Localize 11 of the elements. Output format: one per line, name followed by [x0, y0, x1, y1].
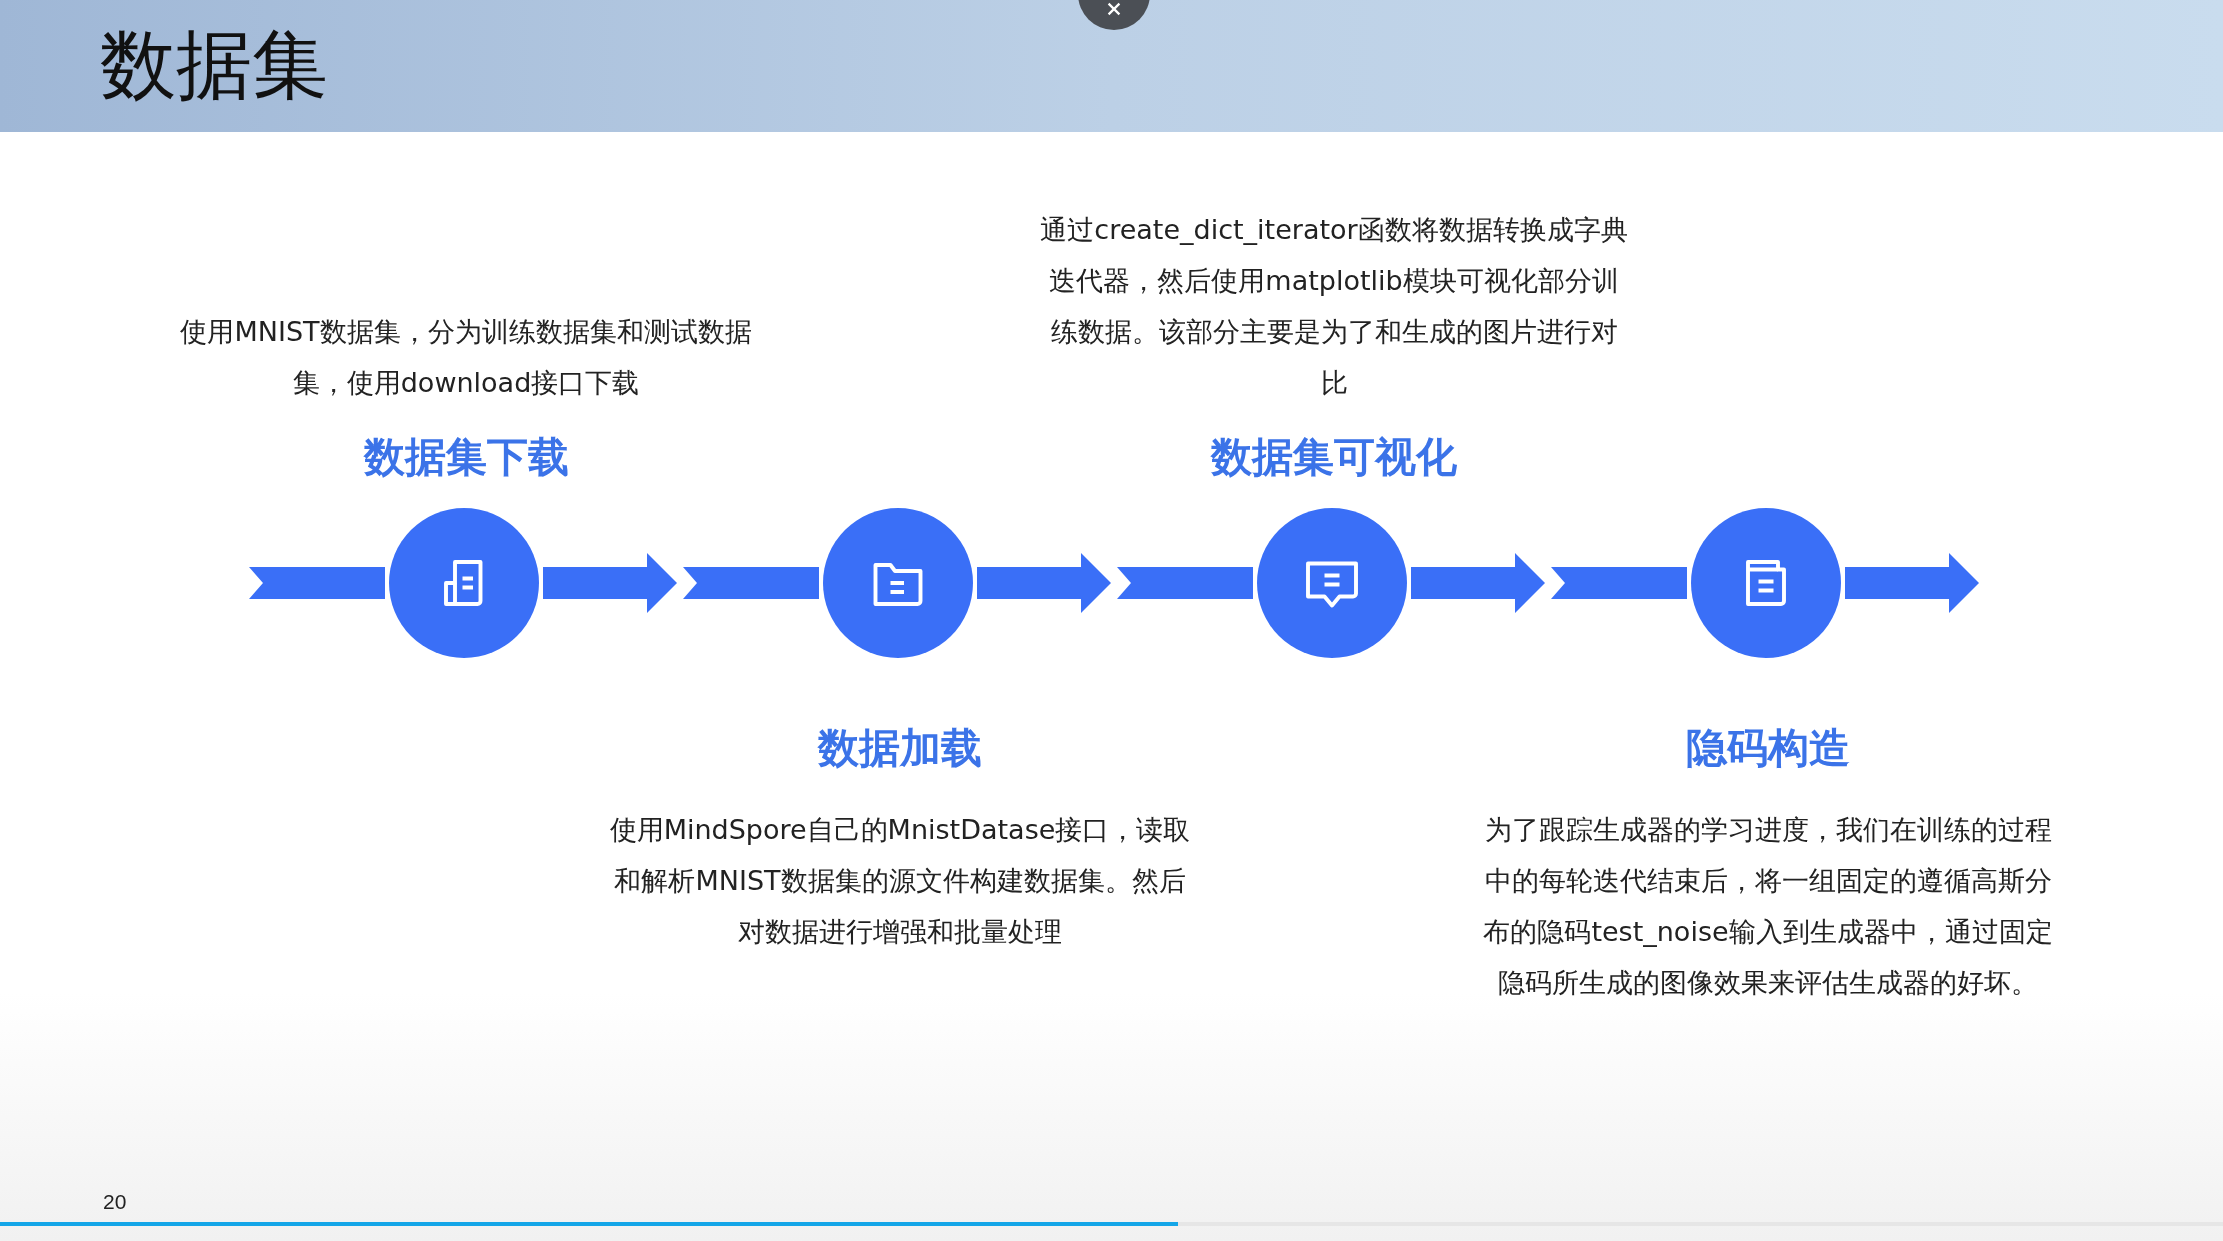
step-title: 隐码构造: [1686, 723, 1850, 774]
step-title: 数据集下载: [363, 432, 569, 483]
step-description: 使用MindSpore自己的MnistDatase接口，读取和解析MNIST数据集的源文件构建数据集。然后对数据进行增强和批量处理: [608, 813, 1192, 949]
step-title: 数据加载: [818, 723, 982, 774]
close-icon: [1105, 0, 1123, 18]
step-title: 数据集可视化: [1211, 432, 1457, 483]
page-number: 20: [103, 1190, 127, 1214]
step-description: 使用MNIST数据集，分为训练数据集和测试数据集，使用download接口下载: [179, 315, 753, 400]
slide-title: 数据集: [100, 18, 328, 111]
step-description: 为了跟踪生成器的学习进度，我们在训练的过程中的每轮迭代结束后，将一组固定的遵循高斯分布的隐码test_noise输入到生成器中，通过固定隐码所生成的图像效果来评估生成器的好坏。: [1482, 813, 2054, 1000]
step-description: 通过create_dict_iterator函数将数据转换成字典迭代器，然后使用matplotlib模块可视化部分训练数据。该部分主要是为了和生成的图片进行对比: [1039, 213, 1629, 400]
